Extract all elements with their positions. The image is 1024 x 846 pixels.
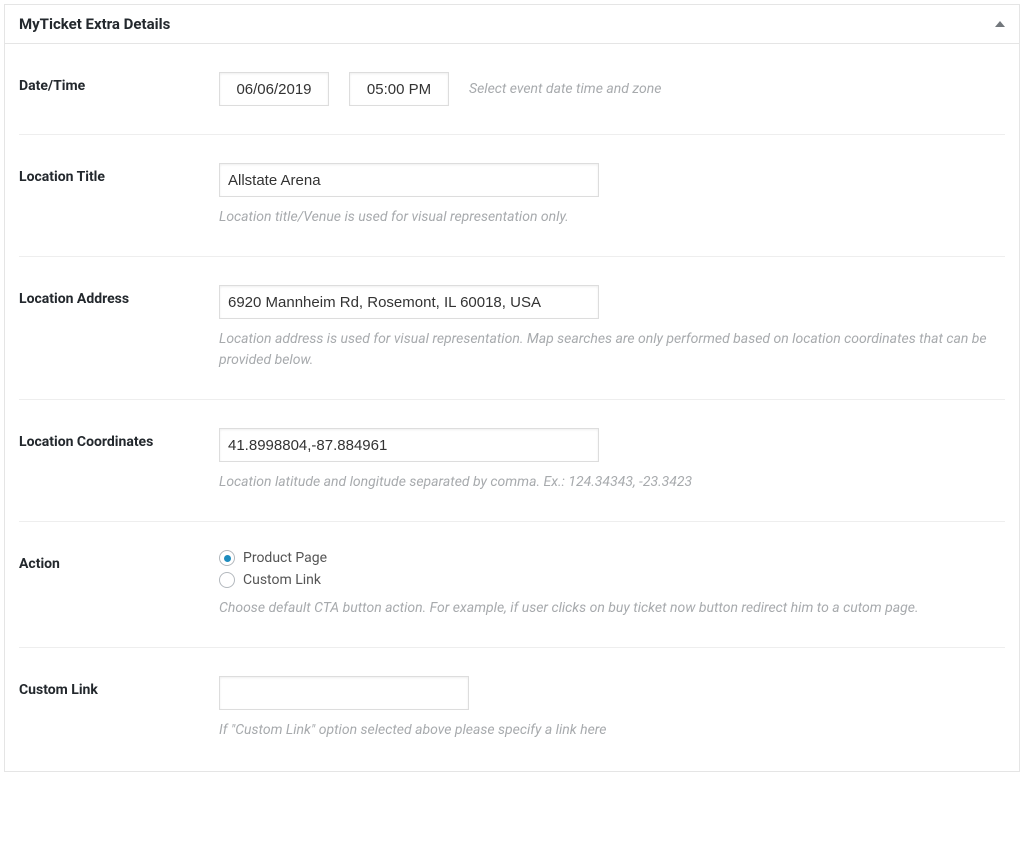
label-action: Action [19, 556, 60, 572]
label-location-coordinates: Location Coordinates [19, 434, 153, 450]
panel-header[interactable]: MyTicket Extra Details [5, 5, 1019, 44]
field-col: Location address is used for visual repr… [219, 285, 1005, 371]
label-col: Location Address [19, 285, 219, 307]
location-address-input[interactable] [219, 285, 599, 319]
row-custom-link: Custom Link If "Custom Link" option sele… [19, 648, 1005, 741]
date-input[interactable] [219, 72, 329, 106]
datetime-hint: Select event date time and zone [469, 81, 661, 97]
field-col: Product Page Custom Link Choose default … [219, 550, 1005, 619]
field-col: If "Custom Link" option selected above p… [219, 676, 1005, 741]
location-title-hint: Location title/Venue is used for visual … [219, 207, 1005, 228]
field-col: Select event date time and zone [219, 72, 1005, 106]
radio-selected-icon [224, 555, 231, 562]
label-datetime: Date/Time [19, 78, 85, 94]
row-datetime: Date/Time Select event date time and zon… [19, 44, 1005, 135]
location-coordinates-hint: Location latitude and longitude separate… [219, 472, 1005, 493]
collapse-icon [995, 21, 1005, 27]
radio-option-custom-link[interactable]: Custom Link [219, 572, 1005, 588]
label-col: Custom Link [19, 676, 219, 698]
time-input[interactable] [349, 72, 449, 106]
radio-label-product: Product Page [243, 550, 327, 566]
field-col: Location latitude and longitude separate… [219, 428, 1005, 493]
location-title-input[interactable] [219, 163, 599, 197]
action-radio-group: Product Page Custom Link [219, 550, 1005, 588]
myticket-panel: MyTicket Extra Details Date/Time Select … [4, 4, 1020, 772]
panel-title: MyTicket Extra Details [19, 15, 170, 33]
custom-link-input[interactable] [219, 676, 469, 710]
label-col: Action [19, 550, 219, 572]
row-location-coordinates: Location Coordinates Location latitude a… [19, 400, 1005, 522]
field-col: Location title/Venue is used for visual … [219, 163, 1005, 228]
row-location-title: Location Title Location title/Venue is u… [19, 135, 1005, 257]
datetime-group: Select event date time and zone [219, 72, 1005, 106]
radio-icon [219, 550, 235, 566]
row-location-address: Location Address Location address is use… [19, 257, 1005, 400]
location-address-hint: Location address is used for visual repr… [219, 329, 1005, 371]
label-col: Date/Time [19, 72, 219, 94]
location-coordinates-input[interactable] [219, 428, 599, 462]
radio-option-product-page[interactable]: Product Page [219, 550, 1005, 566]
label-col: Location Title [19, 163, 219, 185]
label-location-address: Location Address [19, 291, 129, 307]
label-custom-link: Custom Link [19, 682, 98, 698]
label-col: Location Coordinates [19, 428, 219, 450]
custom-link-hint: If "Custom Link" option selected above p… [219, 720, 1005, 741]
radio-icon [219, 572, 235, 588]
label-location-title: Location Title [19, 169, 105, 185]
row-action: Action Product Page Custom Link Choose [19, 522, 1005, 648]
action-hint: Choose default CTA button action. For ex… [219, 598, 1005, 619]
panel-body: Date/Time Select event date time and zon… [5, 44, 1019, 771]
radio-label-custom: Custom Link [243, 572, 321, 588]
